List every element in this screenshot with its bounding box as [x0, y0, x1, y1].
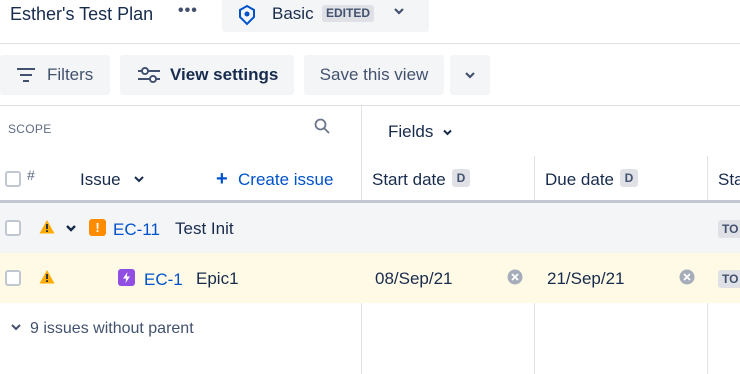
story-icon: !	[89, 219, 106, 236]
fields-button[interactable]: Fields	[388, 122, 433, 142]
start-date-value[interactable]: 08/Sep/21	[375, 269, 453, 289]
chevron-down-icon[interactable]	[442, 127, 453, 138]
rank-column-header: #	[27, 167, 35, 183]
create-issue-label: Create issue	[238, 170, 334, 189]
date-type-badge: D	[452, 169, 470, 187]
clear-icon[interactable]	[679, 269, 695, 285]
issue-key-link[interactable]: EC-11	[113, 220, 160, 240]
filter-icon	[17, 68, 35, 82]
more-actions-button[interactable]: •••	[178, 2, 198, 20]
view-name: Basic	[272, 4, 314, 23]
select-all-checkbox[interactable]	[5, 171, 21, 187]
chevron-down-icon[interactable]	[133, 173, 145, 185]
issues-without-parent-toggle[interactable]: 9 issues without parent	[10, 320, 194, 338]
save-view-button[interactable]: Save this view	[304, 55, 444, 95]
view-settings-label: View settings	[170, 65, 279, 84]
warning-icon	[39, 220, 55, 234]
filters-label: Filters	[47, 65, 94, 84]
scope-label: SCOPE	[8, 122, 52, 136]
table-row[interactable]	[0, 203, 740, 253]
view-selector[interactable]: Basic EDITED	[222, 0, 429, 32]
issue-summary[interactable]: Test Init	[175, 219, 234, 239]
status-badge[interactable]: TO	[718, 220, 740, 238]
plus-icon: +	[216, 168, 228, 190]
due-date-value[interactable]: 21/Sep/21	[547, 269, 625, 289]
status-badge[interactable]: TO	[718, 270, 740, 288]
chevron-down-icon	[465, 72, 475, 79]
issue-column-header[interactable]: Issue	[80, 170, 121, 190]
issue-key-link[interactable]: EC-1	[144, 270, 183, 290]
create-issue-button[interactable]: + Create issue	[216, 168, 333, 191]
issues-without-parent-label: 9 issues without parent	[30, 320, 194, 337]
search-icon[interactable]	[314, 118, 330, 134]
chevron-down-icon[interactable]	[65, 222, 77, 234]
date-type-badge: D	[620, 169, 638, 187]
epic-icon	[118, 269, 135, 286]
view-icon	[239, 4, 255, 26]
save-options-button[interactable]	[450, 55, 490, 95]
warning-icon	[39, 270, 55, 284]
status-column-header[interactable]: Sta	[718, 170, 740, 190]
toolbar-divider	[0, 105, 740, 106]
lightning-icon	[123, 272, 130, 283]
filters-button[interactable]: Filters	[0, 55, 110, 95]
row-checkbox[interactable]	[5, 270, 21, 286]
start-date-column-header[interactable]: Start date	[372, 170, 446, 190]
view-settings-button[interactable]: View settings	[120, 55, 294, 95]
plan-title[interactable]: Esther's Test Plan	[10, 4, 153, 25]
edited-badge: EDITED	[322, 5, 375, 22]
plan-header: Esther's Test Plan ••• Basic EDITED	[0, 0, 740, 44]
row-checkbox[interactable]	[5, 220, 21, 236]
chevron-down-icon	[11, 324, 21, 331]
settings-sliders-icon	[138, 67, 160, 83]
clear-icon[interactable]	[507, 269, 523, 285]
chevron-down-icon	[394, 8, 404, 15]
due-date-column-header[interactable]: Due date	[545, 170, 614, 190]
issue-summary[interactable]: Epic1	[196, 269, 239, 289]
table-row[interactable]	[0, 253, 740, 303]
